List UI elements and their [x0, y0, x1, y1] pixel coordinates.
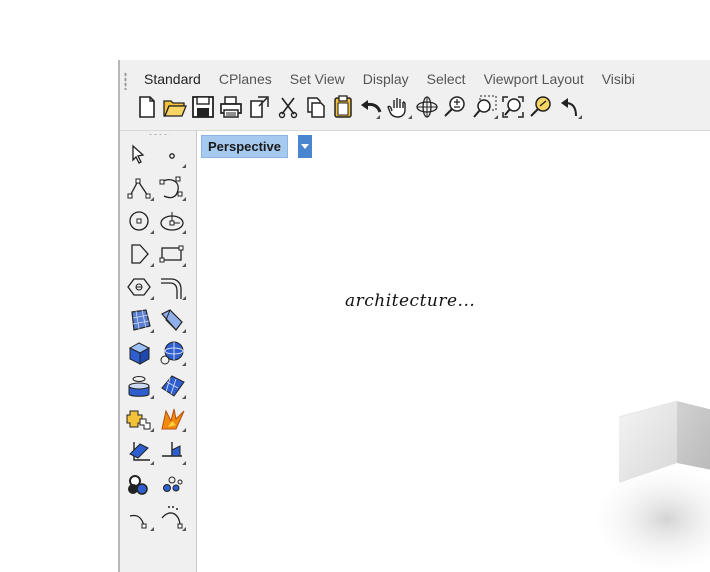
- copy-icon[interactable]: [302, 94, 328, 120]
- viewport-title-tab[interactable]: Perspective: [201, 135, 288, 158]
- rhino-window: Standard CPlanes Set View Display Select…: [118, 60, 710, 572]
- tab-select[interactable]: Select: [421, 71, 472, 87]
- polygon-icon[interactable]: [126, 240, 154, 268]
- polyline-icon[interactable]: [126, 174, 154, 202]
- open-folder-icon[interactable]: [162, 94, 188, 120]
- extrude-surface-icon[interactable]: [158, 306, 186, 334]
- paste-icon[interactable]: [330, 94, 356, 120]
- curve-tools-icon[interactable]: [158, 504, 186, 532]
- tab-set-view[interactable]: Set View: [284, 71, 351, 87]
- rendered-box-object[interactable]: [597, 399, 710, 572]
- zoom-extents-icon[interactable]: [500, 94, 526, 120]
- ribbon-tab-bar: Standard CPlanes Set View Display Select…: [120, 60, 710, 112]
- tab-standard[interactable]: Standard: [138, 71, 207, 87]
- new-file-icon[interactable]: [134, 94, 160, 120]
- undo-view-icon[interactable]: [556, 94, 582, 120]
- cplane-icon[interactable]: [158, 438, 186, 466]
- offset-curve-icon[interactable]: [126, 273, 154, 301]
- surface-mesh-icon[interactable]: [158, 372, 186, 400]
- ribbon-tabs: Standard CPlanes Set View Display Select…: [138, 71, 647, 87]
- standard-toolbar: [120, 90, 710, 130]
- tab-visibility[interactable]: Visibi: [596, 71, 641, 87]
- rotate-view-icon[interactable]: [414, 94, 440, 120]
- explode-icon[interactable]: [158, 405, 186, 433]
- cut-icon[interactable]: [275, 94, 301, 120]
- fillet-curve-icon[interactable]: [158, 273, 186, 301]
- circle-icon[interactable]: [126, 207, 154, 235]
- undo-icon[interactable]: [358, 94, 384, 120]
- select-arrow-icon[interactable]: [126, 141, 154, 169]
- zoom-selected-icon[interactable]: [528, 94, 554, 120]
- surface-icon[interactable]: [126, 306, 154, 334]
- save-icon[interactable]: [190, 94, 216, 120]
- main-sidebar-toolbar: [120, 131, 197, 572]
- point-cloud-icon[interactable]: [158, 471, 186, 499]
- ellipse-icon[interactable]: [158, 207, 186, 235]
- curve-icon[interactable]: [158, 174, 186, 202]
- import-icon[interactable]: [246, 94, 272, 120]
- point-icon[interactable]: [158, 141, 186, 169]
- print-icon[interactable]: [218, 94, 244, 120]
- box-solid-icon[interactable]: [126, 339, 154, 367]
- tab-cplanes[interactable]: CPlanes: [213, 71, 278, 87]
- tab-viewport-layout[interactable]: Viewport Layout: [478, 71, 590, 87]
- sphere-solid-icon[interactable]: [158, 339, 186, 367]
- zoom-window-icon[interactable]: [472, 94, 498, 120]
- viewport-annotation-text: architecture...: [345, 291, 476, 311]
- perspective-viewport[interactable]: Perspective architecture...: [197, 131, 710, 572]
- tab-display[interactable]: Display: [357, 71, 415, 87]
- boolean-icon[interactable]: [126, 405, 154, 433]
- rectangle-icon[interactable]: [158, 240, 186, 268]
- zoom-icon[interactable]: [442, 94, 468, 120]
- sidebar-grip[interactable]: [148, 133, 170, 136]
- cylinder-icon[interactable]: [126, 372, 154, 400]
- viewport-menu-dropdown[interactable]: [298, 135, 312, 158]
- transform-icon[interactable]: [126, 438, 154, 466]
- group-icon[interactable]: [126, 471, 154, 499]
- dimension-icon[interactable]: [126, 504, 154, 532]
- pan-hand-icon[interactable]: [386, 94, 412, 120]
